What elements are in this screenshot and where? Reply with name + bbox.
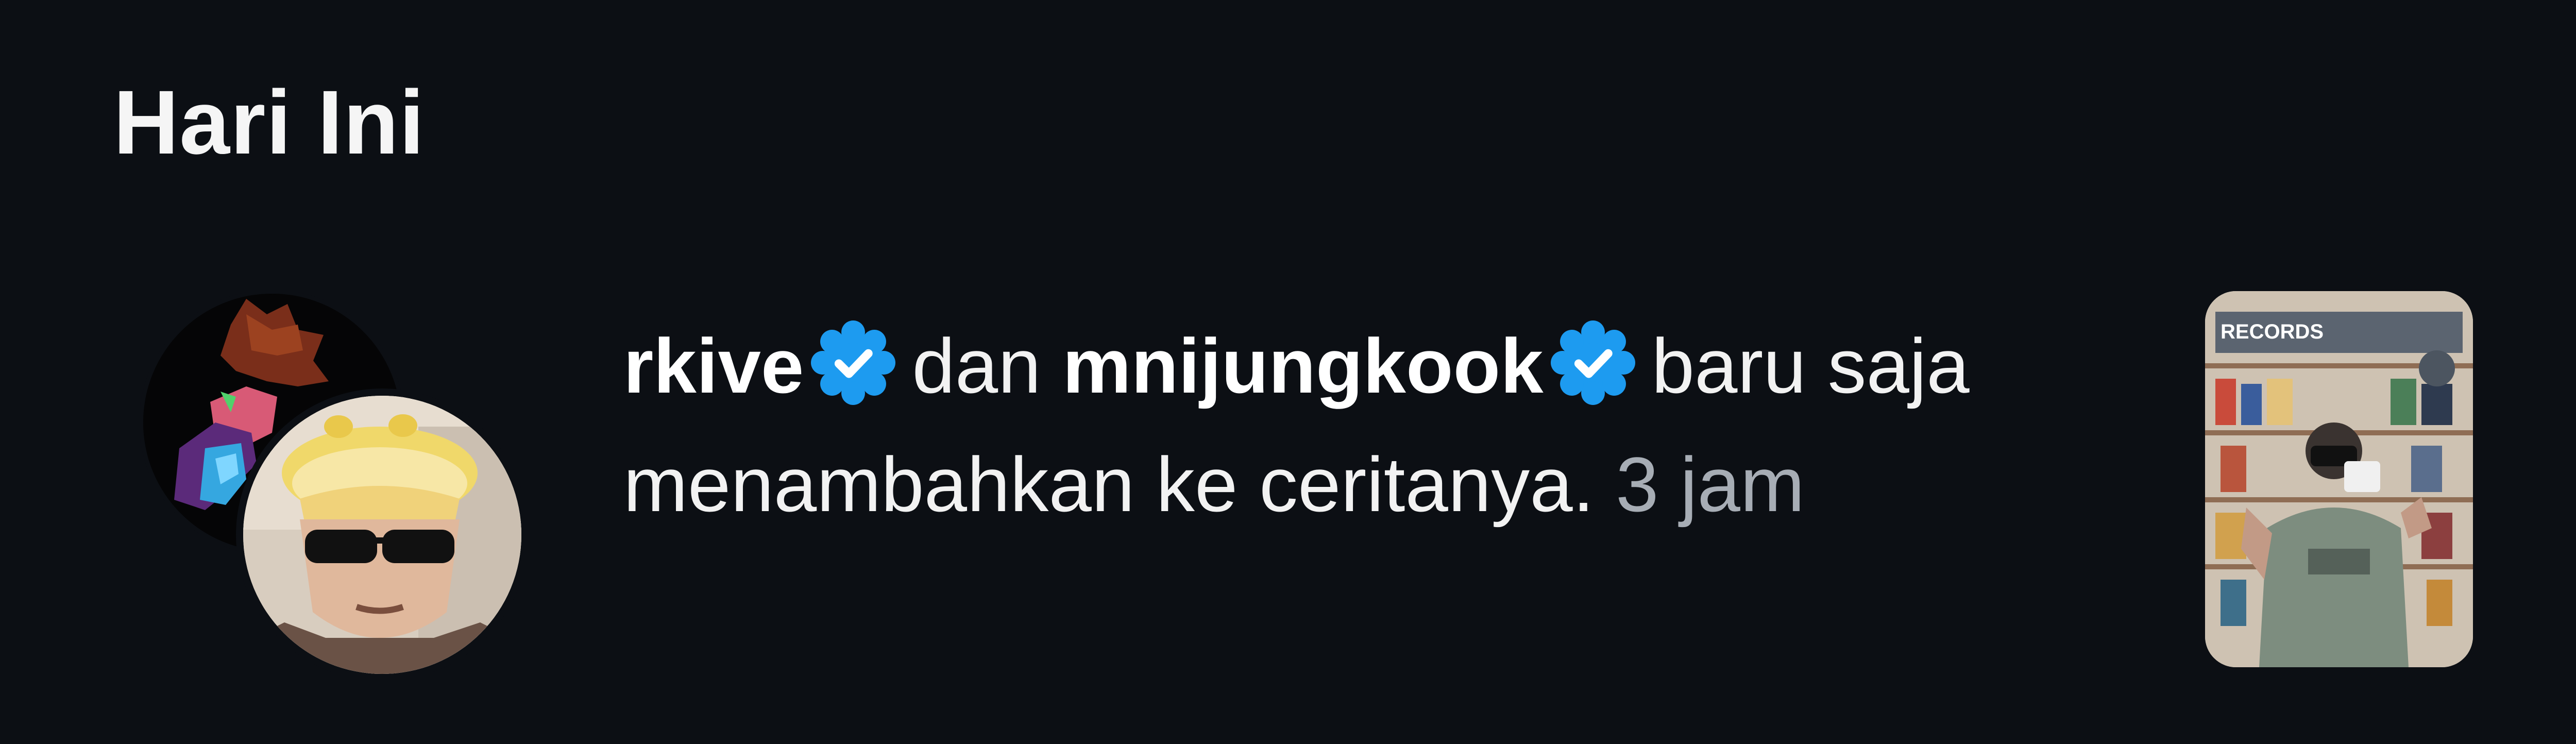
story-thumbnail[interactable]: RECORDS: [2205, 291, 2473, 667]
verified-badge-icon: [1550, 320, 1635, 405]
person-with-sunglasses-avatar-icon: [243, 396, 521, 674]
store-sign-text: RECORDS: [2221, 320, 2324, 343]
timestamp: 3 jam: [1616, 441, 1805, 528]
verified-badge-icon: [811, 320, 896, 405]
connector-text: dan: [912, 323, 1041, 409]
username-mnijungkook[interactable]: mnijungkook: [1062, 323, 1543, 409]
section-title-today: Hari Ini: [113, 72, 425, 173]
username-rkive[interactable]: rkive: [623, 323, 804, 409]
avatar-mnijungkook[interactable]: [243, 396, 521, 674]
record-store-photo-thumbnail-icon: RECORDS: [2205, 291, 2473, 667]
notification-message: rkive dan mnijungkook baru saja menambahka…: [623, 307, 2117, 544]
notification-item[interactable]: rkive dan mnijungkook baru saja menambahka…: [0, 278, 2576, 690]
